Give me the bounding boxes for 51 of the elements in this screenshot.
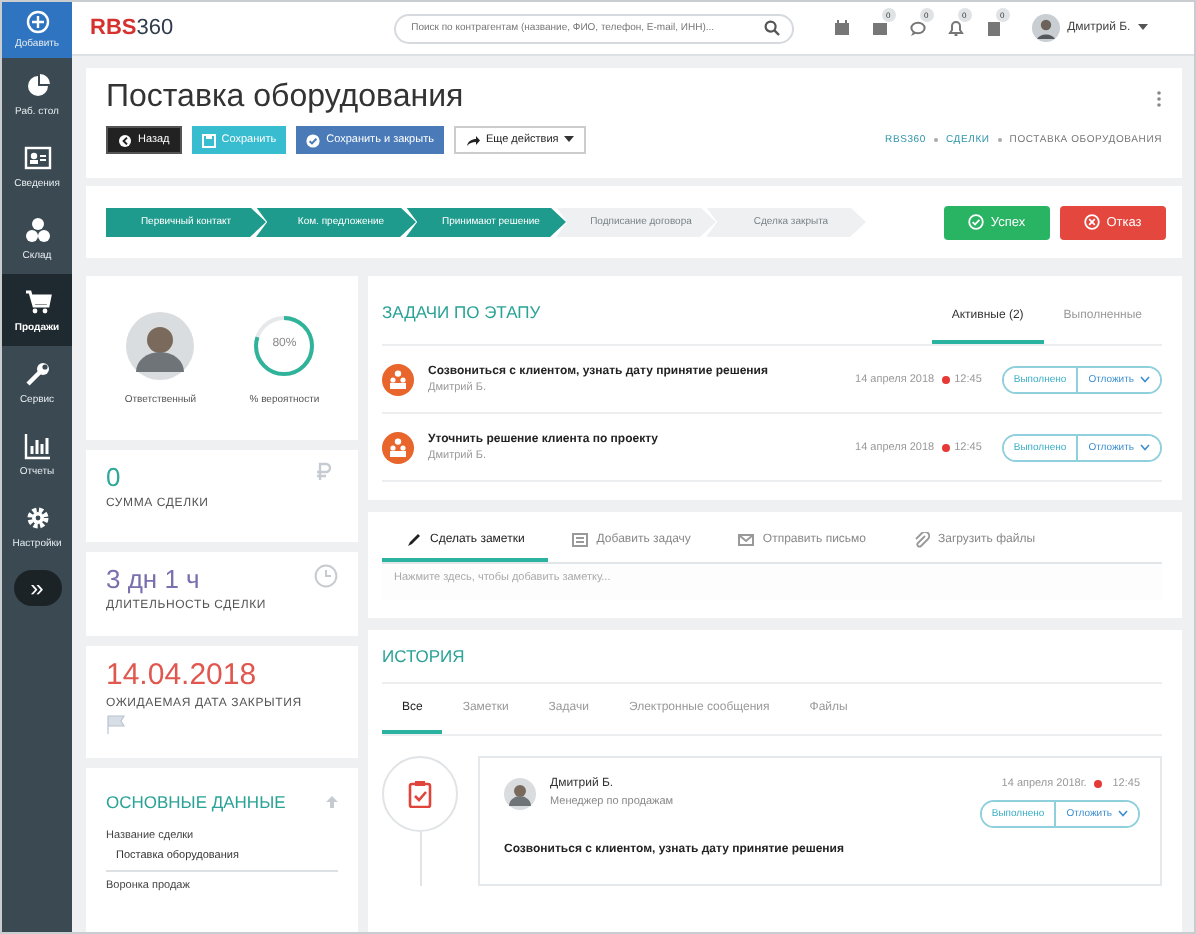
plus-icon	[25, 10, 49, 34]
flag-icon	[106, 714, 126, 734]
close-circle-icon	[1084, 214, 1101, 230]
metric-value: 0	[106, 462, 121, 492]
avatar-icon	[126, 311, 195, 379]
section-title: ЗАДАЧИ ПО ЭТАПУ	[382, 302, 541, 326]
avatar-icon	[1031, 14, 1060, 42]
floppy-icon	[201, 133, 216, 147]
progress-ring	[250, 311, 319, 379]
clock-icon	[314, 564, 338, 588]
check-circle-icon	[306, 133, 321, 147]
people-icon	[382, 431, 414, 463]
bell-icon[interactable]	[947, 20, 964, 36]
cart-icon	[23, 287, 51, 315]
envelope-icon	[738, 532, 755, 548]
metric-value: 3 дн 1 ч	[106, 564, 200, 594]
overdue-dot	[942, 443, 951, 451]
section-title: ИСТОРИЯ	[382, 630, 1162, 684]
separator-dot	[997, 138, 1002, 142]
overdue-dot	[1094, 780, 1103, 788]
more-icon	[1156, 89, 1162, 107]
id-card-icon	[23, 143, 51, 171]
section-title: ОСНОВНЫЕ ДАННЫЕ	[106, 792, 286, 812]
people-icon	[382, 363, 414, 395]
pie-chart-icon	[23, 71, 51, 99]
expand-button[interactable]: »	[13, 570, 61, 606]
gear-icon	[23, 503, 51, 531]
bar-chart-icon	[23, 431, 51, 459]
boxes-icon	[23, 215, 51, 243]
paperclip-icon	[914, 532, 931, 548]
page-title: Поставка оборудования	[106, 80, 464, 116]
logo[interactable]: RBS360	[90, 16, 174, 40]
chevron-down-icon	[1140, 443, 1150, 451]
chevron-down-icon	[1140, 375, 1150, 383]
check-circle-icon	[968, 214, 985, 230]
avatar-icon	[504, 778, 536, 810]
calendar-icon[interactable]	[833, 20, 850, 36]
search-icon	[763, 20, 780, 36]
caret-icon	[1138, 24, 1149, 32]
chat-icon[interactable]	[909, 20, 926, 36]
separator-dot	[933, 138, 938, 142]
metric-value: 14.04.2018	[106, 658, 257, 692]
wrench-icon	[23, 359, 51, 387]
clipboard-check-icon	[408, 780, 432, 808]
overdue-dot	[942, 375, 951, 383]
back-icon	[118, 133, 132, 147]
caret-icon	[564, 136, 575, 144]
pencil-icon	[406, 532, 422, 548]
list-icon	[572, 532, 589, 548]
chevron-down-icon	[1118, 810, 1128, 818]
share-arrow-icon	[465, 133, 480, 147]
